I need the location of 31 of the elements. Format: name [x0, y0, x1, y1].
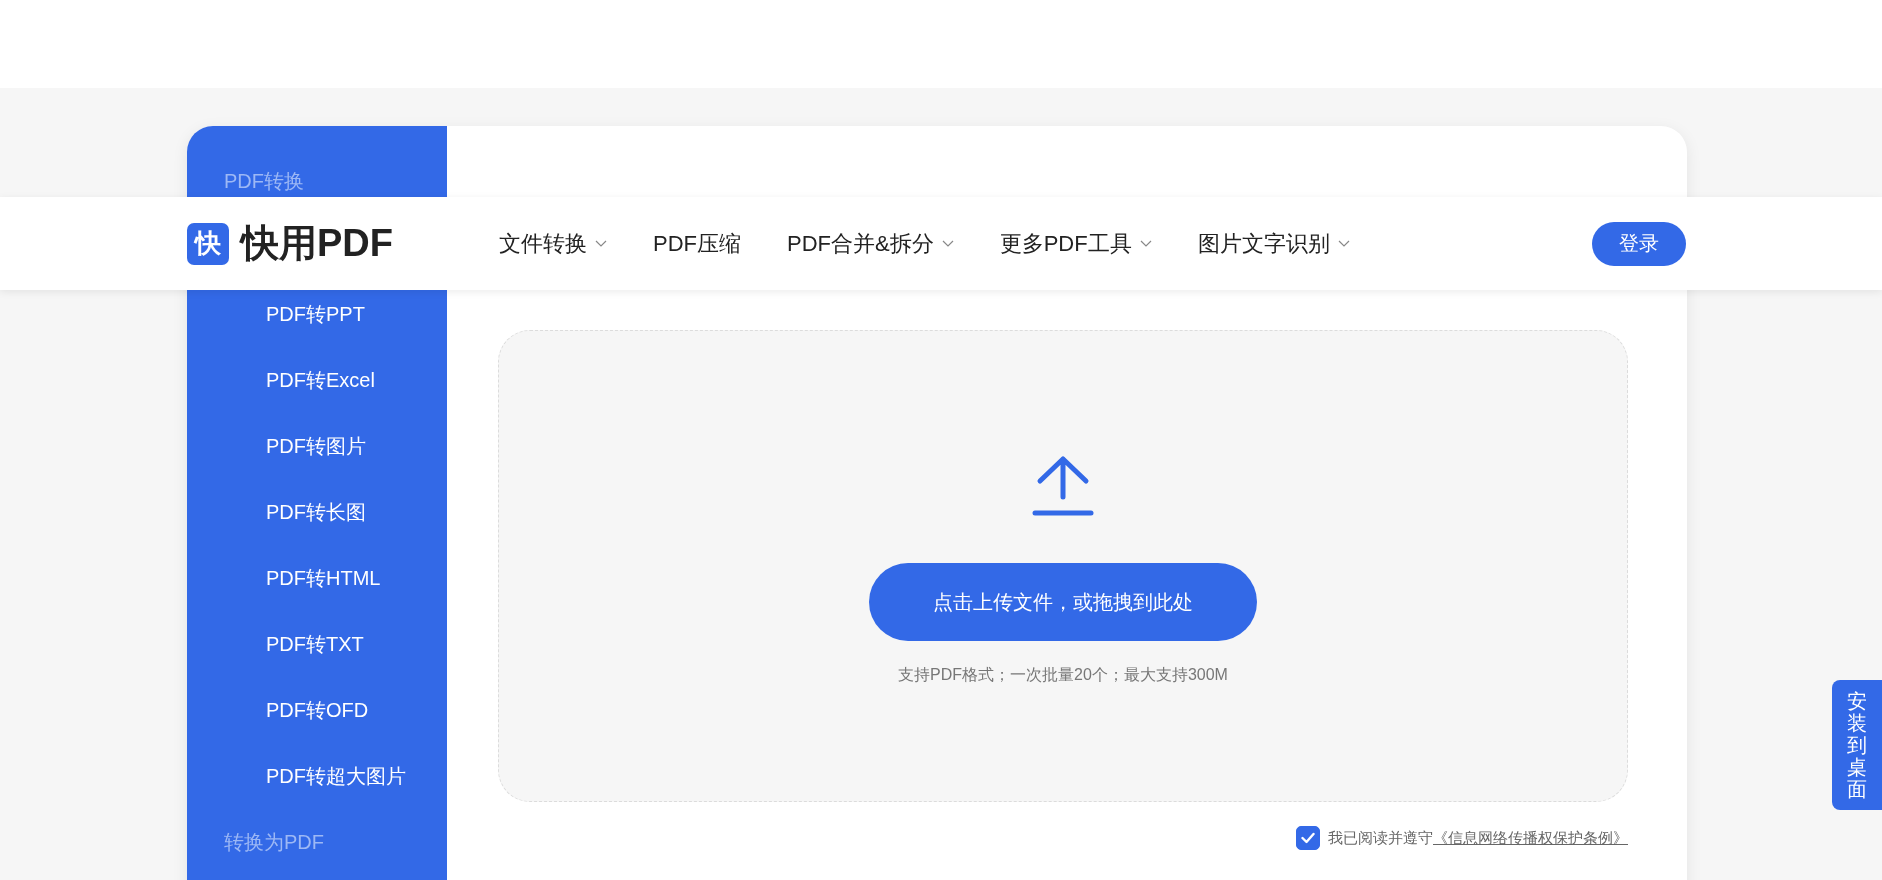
nav-menu-item[interactable]: PDF合并&拆分	[787, 228, 954, 259]
agreement-text: 我已阅读并遵守	[1328, 828, 1433, 848]
caret-icon	[1337, 240, 1350, 247]
agreement-checkbox[interactable]	[1296, 826, 1320, 850]
upload-hint: 支持PDF格式；一次批量20个；最大支持300M	[898, 665, 1228, 685]
sidebar-item[interactable]: PDF转TXT	[187, 629, 447, 659]
caret-icon	[941, 240, 954, 247]
logo-icon[interactable]: 快	[187, 222, 229, 265]
nav-menu-item[interactable]: PDF压缩	[653, 228, 741, 259]
sidebar-item[interactable]: PDF转超大图片	[187, 761, 447, 791]
nav-menu-item[interactable]: 图片文字识别	[1197, 228, 1350, 259]
logo-text[interactable]: 快用PDF	[241, 218, 393, 269]
sidebar-item[interactable]: PDF转PPT	[187, 299, 447, 329]
nav-menu-item[interactable]: 更多PDF工具	[999, 228, 1152, 259]
upload-icon	[1032, 455, 1094, 517]
upload-button[interactable]: 点击上传文件，或拖拽到此处	[869, 563, 1257, 641]
caret-icon	[1139, 240, 1152, 247]
sidebar-item[interactable]: PDF转HTML	[187, 563, 447, 593]
sidebar-item[interactable]: PDF转图片	[187, 431, 447, 461]
agreement-link[interactable]: 《信息网络传播权保护条例》	[1433, 828, 1628, 848]
checkmark-icon	[1301, 832, 1315, 844]
install-desktop-tab[interactable]: 安装到桌面	[1832, 680, 1882, 810]
login-button[interactable]: 登录	[1592, 221, 1686, 266]
caret-icon	[595, 240, 607, 247]
sidebar-category: 转换为PDF	[223, 830, 325, 855]
sidebar-item[interactable]: PDF转长图	[187, 497, 447, 527]
sidebar-item[interactable]: PDF转Excel	[187, 365, 447, 395]
sidebar-item[interactable]: PDF转OFD	[187, 695, 447, 725]
sidebar-category: PDF转换	[223, 169, 305, 194]
upload-area[interactable]: 点击上传文件，或拖拽到此处 支持PDF格式；一次批量20个；最大支持300M	[498, 330, 1628, 802]
nav-menu-item[interactable]: 文件转换	[499, 228, 607, 259]
